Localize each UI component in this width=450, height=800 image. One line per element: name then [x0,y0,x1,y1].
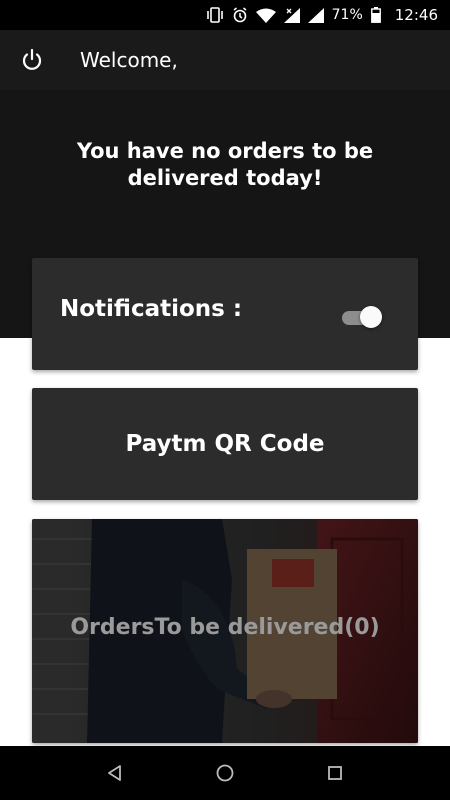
welcome-text: Welcome, [80,48,178,72]
recents-icon[interactable] [315,753,355,793]
system-nav-bar [0,746,450,800]
home-icon[interactable] [205,753,245,793]
status-bar: 71% 12:46 [0,0,450,30]
battery-level: 71% [331,7,363,23]
orders-card[interactable]: OrdersTo be delivered(0) [32,519,418,743]
no-orders-message: You have no orders to be delivered today… [76,139,374,190]
toggle-thumb [360,306,382,328]
orders-to-be-delivered-label: OrdersTo be delivered(0) [70,615,380,640]
app-bar: Welcome, [0,30,450,90]
alarm-icon [232,7,248,23]
signal-icon-2 [307,7,324,23]
back-icon[interactable] [95,753,135,793]
paytm-qr-label: Paytm QR Code [125,431,325,457]
notifications-toggle[interactable] [340,304,384,330]
signal-icon [283,7,300,23]
notifications-label: Notifications : [60,296,243,322]
clock: 12:46 [394,6,438,24]
battery-icon [370,7,381,23]
notifications-card: Notifications : [32,258,418,370]
vibrate-icon [206,7,224,23]
power-icon[interactable] [0,30,64,90]
wifi-icon [255,8,276,23]
paytm-qr-button[interactable]: Paytm QR Code [32,388,418,500]
